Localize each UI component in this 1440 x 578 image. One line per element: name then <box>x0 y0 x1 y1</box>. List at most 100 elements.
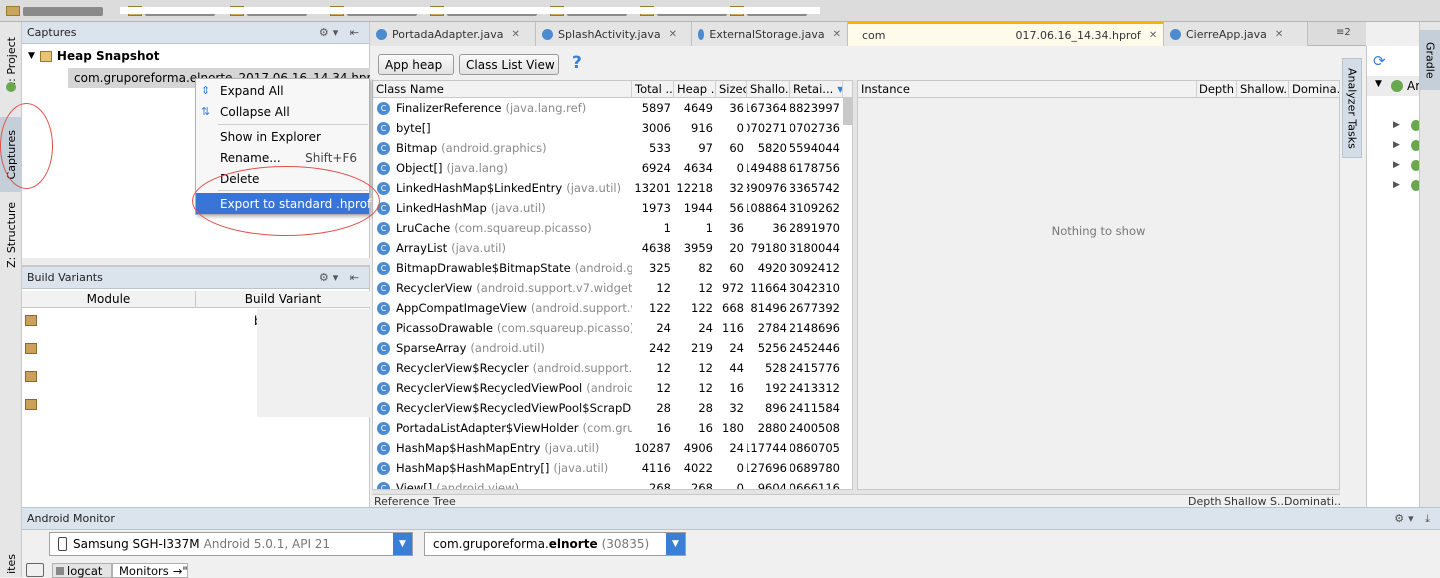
process-select[interactable]: com.gruporeforma. elnorte (30835) ▼ <box>424 532 686 556</box>
column-header-total[interactable]: Total ... <box>632 81 674 98</box>
tool-tab-favorites[interactable]: ites <box>0 550 22 577</box>
close-icon[interactable]: ✕ <box>511 29 519 40</box>
sizeof-cell: 60 <box>729 261 744 275</box>
table-row[interactable]: C FinalizerReference (java.lang.ref) 5897 46… <box>373 98 852 118</box>
vertical-splitter[interactable] <box>853 80 857 490</box>
table-row[interactable]: C RecyclerView (android.support.v7.widget)… <box>373 278 852 298</box>
class-package: (java.lang) <box>446 161 508 175</box>
class-name: PicassoDrawable <box>396 321 493 335</box>
sizeof-cell: 180 <box>722 421 744 435</box>
camera-icon[interactable] <box>26 563 44 577</box>
column-header-shallow[interactable]: Shallow... <box>1237 81 1289 98</box>
class-icon: C <box>377 361 390 375</box>
close-icon[interactable]: ✕ <box>833 29 841 40</box>
tab-portada-adapter[interactable]: PortadaAdapter.java ✕ <box>370 22 536 46</box>
gradle-icon <box>1391 80 1403 92</box>
table-row[interactable]: C RecyclerView$RecycledViewPool$ScrapData… <box>373 398 852 418</box>
column-header-instance[interactable]: Instance <box>858 81 1197 98</box>
menu-item-show-in-explorer[interactable]: Show in Explorer <box>196 126 369 147</box>
heap-snapshot-node[interactable]: ▼ Heap Snapshot <box>28 49 160 63</box>
tool-tab-gradle[interactable]: Gradle <box>1420 30 1440 90</box>
close-icon[interactable]: ✕ <box>1275 29 1283 40</box>
table-row[interactable]: C RecyclerView$Recycler(android.support.v… <box>373 358 852 378</box>
column-header-retained[interactable]: Retai... ▼ <box>790 81 843 98</box>
annotation-ellipse <box>192 166 380 236</box>
class-name: RecyclerView <box>396 281 473 295</box>
retained-cell: 33109262 <box>790 201 840 215</box>
column-header-dominator[interactable]: Dominati... <box>1284 495 1340 507</box>
gradle-root-row[interactable]: ▼ Ar <box>1367 76 1420 96</box>
table-row[interactable]: C LinkedHashMap$LinkedEntry (java.util) 132… <box>373 178 852 198</box>
close-icon[interactable]: ✕ <box>669 29 677 40</box>
column-header-shallow[interactable]: Shallow S... <box>1224 495 1288 507</box>
tab-logcat[interactable]: logcat <box>52 563 112 578</box>
tool-tab-structure[interactable]: Z: Structure <box>0 200 22 270</box>
instance-panel: Instance Depth Shallow... Domina... Noth… <box>857 80 1340 490</box>
refresh-icon[interactable]: ⟳ <box>1373 52 1386 70</box>
table-row[interactable]: C Bitmap(android.graphics) 533 97 60 58207559… <box>373 138 852 158</box>
table-row[interactable]: C View[](android.view) 268 268 0 960410666116 <box>373 478 852 489</box>
tab-overflow-button[interactable]: ≡2 <box>1336 27 1351 38</box>
table-row[interactable]: CLruCache(com.squareup.picasso)113636328… <box>373 218 852 238</box>
column-header-dominating[interactable]: Domina... <box>1289 81 1340 98</box>
table-row[interactable]: C SparseArray(android.util) 242 219 24 525612… <box>373 338 852 358</box>
column-header-depth[interactable]: Depth <box>1188 495 1222 507</box>
view-select-dropdown[interactable]: Class List View <box>459 54 559 75</box>
table-row[interactable]: C HashMap$HashMapEntry (java.util) 10287 490… <box>373 438 852 458</box>
table-row[interactable]: Cbyte[] 3006 916 0107027110702736 <box>373 118 852 138</box>
panel-settings-icons[interactable]: ⚙▾ ⤓ <box>1394 512 1434 526</box>
table-row[interactable]: C ArrayList(java.util) 4638 3959 20 791802318… <box>373 238 852 258</box>
class-icon: C <box>377 341 390 355</box>
expand-arrow-icon[interactable]: ▶ <box>1393 180 1400 190</box>
table-row[interactable]: C Object[](java.lang) 6924 4634 014948836178… <box>373 158 852 178</box>
tab-hprof[interactable]: com 017.06.16_14.34.hprof ✕ <box>848 22 1164 46</box>
panel-settings-icons[interactable]: ⚙▾ ⇤ <box>319 26 363 39</box>
logcat-icon <box>56 566 64 575</box>
column-header-depth[interactable]: Depth <box>1197 81 1237 98</box>
menu-item-collapse-all[interactable]: ⇅ Collapse All <box>196 101 369 122</box>
expand-arrow-icon[interactable]: ▶ <box>1393 140 1400 150</box>
tab-external-storage[interactable]: ExternalStorage.java ✕ <box>692 22 848 46</box>
class-package: (com.squareup.picasso) <box>496 321 632 335</box>
panel-splitter[interactable] <box>22 258 370 266</box>
phone-icon <box>58 537 67 551</box>
help-icon[interactable]: ? <box>572 53 582 73</box>
tab-splash-activity[interactable]: SplashActivity.java ✕ <box>536 22 692 46</box>
process-name: elnorte <box>548 537 598 551</box>
device-select[interactable]: Samsung SGH-I337M Android 5.0.1, API 21 … <box>49 532 413 556</box>
table-row[interactable]: C PicassoDrawable (com.squareup.picasso) 24… <box>373 318 852 338</box>
tab-cierre-app[interactable]: CierreApp.java ✕ <box>1164 22 1308 46</box>
menu-item-rename[interactable]: Rename... Shift+F6 <box>196 147 369 168</box>
table-row[interactable]: C HashMap$HashMapEntry[] (java.util) 4116 40… <box>373 458 852 478</box>
tool-tab-label: ites <box>4 553 18 574</box>
column-header-heap[interactable]: Heap ... <box>674 81 716 98</box>
column-header-module[interactable]: Module <box>22 291 196 308</box>
nav-tab[interactable] <box>6 4 103 18</box>
menu-shortcut: Shift+F6 <box>305 150 357 165</box>
menu-item-expand-all[interactable]: ⇕ Expand All <box>196 80 369 101</box>
close-icon[interactable]: ✕ <box>1149 30 1157 41</box>
class-name-cell: C LruCache (com.squareup.picasso) <box>373 218 632 238</box>
android-icon <box>6 82 16 92</box>
table-row[interactable]: C RecyclerView$RecycledViewPool(android.s… <box>373 378 852 398</box>
heap-cell: 4649 <box>683 101 713 115</box>
class-name-cell: C HashMap$HashMapEntry[] (java.util) <box>373 458 632 478</box>
analyzer-tasks-tab[interactable]: Analyzer Tasks <box>1342 58 1362 158</box>
column-header-sizeof[interactable]: Sizeof <box>716 81 747 98</box>
table-row[interactable]: C BitmapDrawable$BitmapState(android.grap… <box>373 258 852 278</box>
vertical-scrollbar[interactable] <box>843 97 852 125</box>
heap-select-dropdown[interactable]: App heap <box>378 54 454 75</box>
expand-arrow-icon[interactable]: ▶ <box>1393 120 1400 130</box>
column-header-shallow[interactable]: Shallo... <box>747 81 790 98</box>
table-row[interactable]: C PortadaListAdapter$ViewHolder(com.grupo… <box>373 418 852 438</box>
expand-arrow-icon[interactable]: ▶ <box>1393 160 1400 170</box>
tab-label: logcat <box>67 563 103 578</box>
table-row[interactable]: C AppCompatImageView(android.support.v7.v… <box>373 298 852 318</box>
panel-settings-icons[interactable]: ⚙▾ ⇤ <box>319 271 363 284</box>
heap-cell: 122 <box>691 301 713 315</box>
column-header-build-variant[interactable]: Build Variant <box>196 291 370 308</box>
table-row[interactable]: C LinkedHashMap (java.util) 1973 1944 56 10886… <box>373 198 852 218</box>
class-package: (java.util) <box>451 241 506 255</box>
tab-monitors[interactable]: Monitors →" <box>112 563 188 578</box>
column-header-class-name[interactable]: Class Name <box>373 81 632 98</box>
